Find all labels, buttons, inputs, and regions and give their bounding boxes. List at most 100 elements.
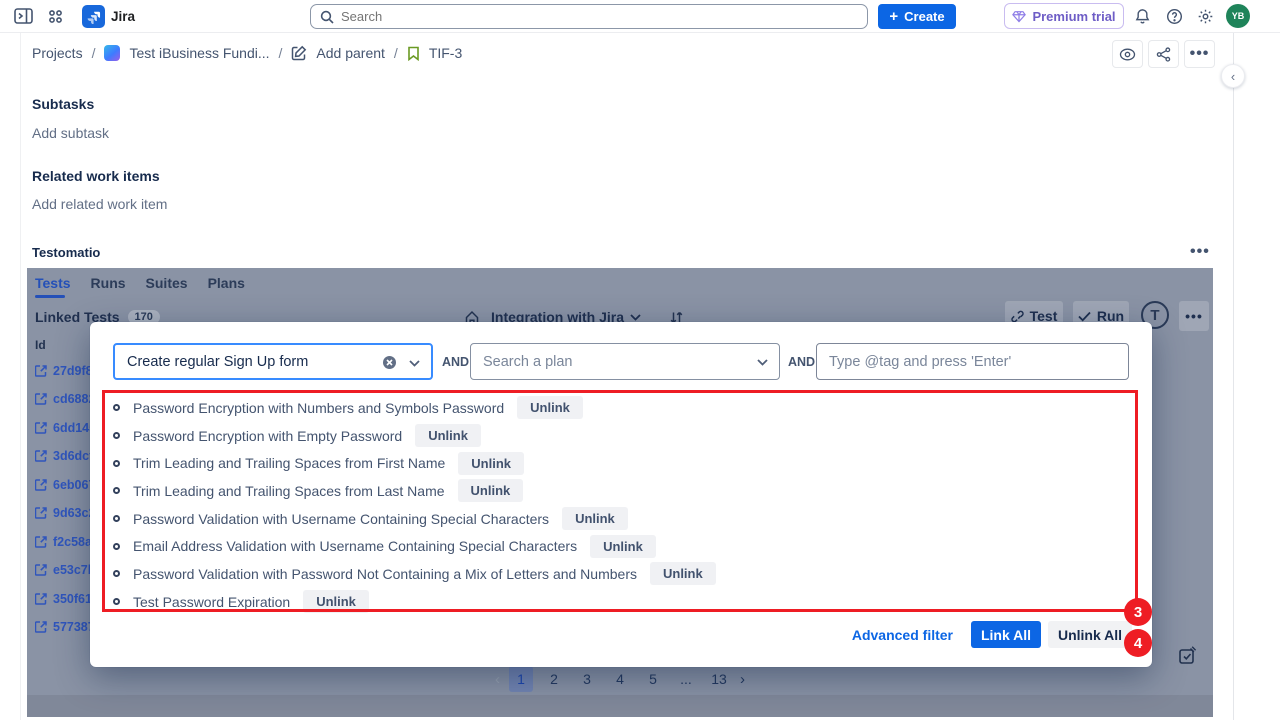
test-id-row[interactable]: 6dd145: [35, 421, 96, 435]
pagination-next-icon[interactable]: ›: [740, 671, 745, 688]
test-filter-input[interactable]: [127, 354, 373, 370]
chevron-down-icon[interactable]: [409, 360, 420, 367]
tab-suites[interactable]: Suites: [146, 275, 188, 291]
subtasks-heading: Subtasks: [32, 96, 94, 112]
jira-logo[interactable]: [82, 5, 105, 28]
tab-runs[interactable]: Runs: [91, 275, 126, 291]
unlink-all-button[interactable]: Unlink All: [1048, 621, 1132, 648]
annotation-badge-4: 4: [1124, 629, 1152, 657]
test-id-row[interactable]: 577387: [35, 620, 95, 634]
add-related-item-action[interactable]: Add related work item: [32, 196, 167, 212]
external-link-icon: [35, 365, 47, 377]
unlink-button[interactable]: Unlink: [590, 535, 656, 558]
and-operator: AND: [442, 343, 469, 380]
pagination-prev-icon[interactable]: ‹: [495, 671, 500, 688]
test-filter-select[interactable]: [113, 343, 433, 380]
external-link-icon: [35, 564, 47, 576]
unlink-button[interactable]: Unlink: [650, 562, 716, 585]
testomatio-more-icon[interactable]: •••: [1190, 243, 1210, 261]
page-2[interactable]: 2: [542, 666, 566, 692]
search-input[interactable]: [341, 9, 858, 24]
page-13[interactable]: 13: [707, 666, 731, 692]
unlink-button[interactable]: Unlink: [562, 507, 628, 530]
test-id-row[interactable]: f2c58a: [35, 535, 92, 549]
create-button[interactable]: + Create: [878, 4, 956, 29]
active-tab-underline: [35, 295, 65, 298]
breadcrumb-issue-key[interactable]: TIF-3: [429, 45, 462, 61]
link-all-button[interactable]: Link All: [971, 621, 1041, 648]
list-item: Password Validation with Password Not Co…: [113, 560, 716, 588]
test-id-row[interactable]: e53c7b: [35, 563, 95, 577]
more-actions-icon[interactable]: •••: [1184, 40, 1215, 68]
clear-icon[interactable]: [382, 355, 397, 370]
bullet-icon: [113, 404, 120, 411]
external-link-icon: [35, 393, 47, 405]
list-item: Trim Leading and Trailing Spaces from Fi…: [113, 449, 716, 477]
right-collapsed-panel: [1233, 33, 1280, 720]
external-link-icon: [35, 536, 47, 548]
bullet-icon: [113, 543, 120, 550]
page-4[interactable]: 4: [608, 666, 632, 692]
unlink-button[interactable]: Unlink: [458, 479, 524, 502]
tab-tests[interactable]: Tests: [35, 275, 71, 291]
unlink-button[interactable]: Unlink: [415, 424, 481, 447]
unlink-button[interactable]: Unlink: [303, 590, 369, 613]
external-link-icon: [35, 479, 47, 491]
help-icon[interactable]: [1166, 8, 1183, 25]
premium-trial-button[interactable]: Premium trial: [1004, 3, 1124, 29]
collapse-chevron-icon[interactable]: ‹: [1221, 64, 1245, 88]
breadcrumb-add-parent[interactable]: Add parent: [316, 45, 385, 61]
tab-plans[interactable]: Plans: [208, 275, 245, 291]
external-link-icon: [35, 422, 47, 434]
premium-diamond-icon: [1012, 10, 1026, 23]
breadcrumb-project[interactable]: Test iBusiness Fundi...: [129, 45, 269, 61]
related-items-heading: Related work items: [32, 168, 160, 184]
bullet-icon: [113, 432, 120, 439]
chevron-down-icon[interactable]: [757, 359, 768, 366]
notifications-bell-icon[interactable]: [1134, 8, 1151, 25]
bullet-icon: [113, 515, 120, 522]
top-navigation: Jira + Create Premium trial: [0, 0, 1280, 33]
settings-gear-icon[interactable]: [1197, 8, 1214, 25]
list-item: Password Encryption with Empty PasswordU…: [113, 422, 716, 450]
test-id-row[interactable]: cd6882: [35, 392, 95, 406]
breadcrumb-projects[interactable]: Projects: [32, 45, 83, 61]
user-avatar[interactable]: YB: [1226, 4, 1250, 28]
unlink-button[interactable]: Unlink: [517, 396, 583, 419]
list-item: Password Encryption with Numbers and Sym…: [113, 394, 716, 422]
test-id-row[interactable]: 27d9f8: [35, 364, 93, 378]
list-item: Trim Leading and Trailing Spaces from La…: [113, 477, 716, 505]
link-tests-modal: AND AND Password Encryption with Numbers…: [90, 322, 1152, 667]
add-subtask-action[interactable]: Add subtask: [32, 125, 109, 141]
page-1[interactable]: 1: [509, 666, 533, 692]
tag-input[interactable]: [829, 354, 1116, 370]
unlink-button[interactable]: Unlink: [458, 452, 524, 475]
watch-eye-icon[interactable]: [1112, 40, 1143, 68]
edit-task-icon[interactable]: [1177, 645, 1198, 666]
panel-more-icon[interactable]: •••: [1179, 301, 1209, 331]
test-id-row[interactable]: 3d6dcf: [35, 449, 93, 463]
external-link-icon: [35, 450, 47, 462]
external-link-icon: [35, 621, 47, 633]
share-icon[interactable]: [1148, 40, 1179, 68]
test-id-row[interactable]: 9d63c2: [35, 506, 95, 520]
tag-filter-field[interactable]: [816, 343, 1129, 380]
content-left-border: [20, 33, 21, 720]
plan-filter-select[interactable]: [470, 343, 780, 380]
external-link-icon: [35, 593, 47, 605]
test-id-row[interactable]: 6eb067: [35, 478, 95, 492]
page-5[interactable]: 5: [641, 666, 665, 692]
plan-search-input[interactable]: [483, 354, 749, 370]
page-3[interactable]: 3: [575, 666, 599, 692]
advanced-filter-link[interactable]: Advanced filter: [852, 621, 953, 648]
list-item: Test Password ExpirationUnlink: [113, 588, 716, 616]
id-column-header: Id: [35, 338, 46, 352]
sidebar-toggle-icon[interactable]: [14, 7, 33, 25]
bullet-icon: [113, 598, 120, 605]
test-id-row[interactable]: 350f61: [35, 592, 92, 606]
link-icon: [1011, 310, 1024, 323]
edit-icon: [291, 45, 307, 61]
app-switcher-icon[interactable]: [47, 8, 64, 25]
list-item: Password Validation with Username Contai…: [113, 505, 716, 533]
global-search[interactable]: [310, 4, 868, 29]
